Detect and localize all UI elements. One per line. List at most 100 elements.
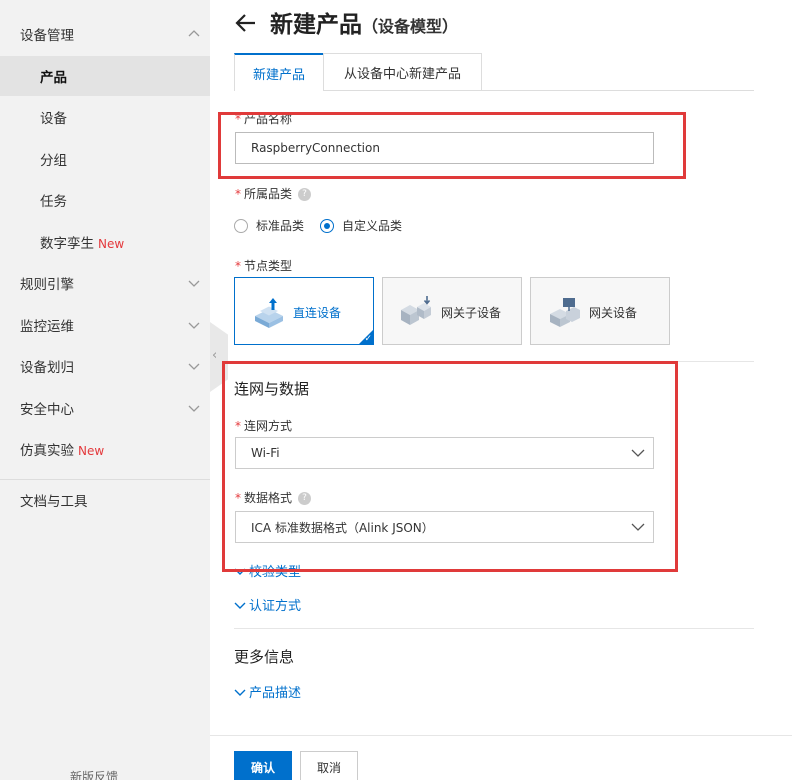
help-icon[interactable]: ? xyxy=(298,188,312,201)
radio-standard-category[interactable]: 标准品类 xyxy=(234,217,304,234)
section-title-more-info: 更多信息 xyxy=(234,648,295,666)
divider xyxy=(234,628,754,629)
footer-divider xyxy=(210,735,792,736)
verify-type-toggle[interactable]: 校验类型 xyxy=(234,561,301,580)
sidebar-item-label: 数字孪生 xyxy=(40,236,94,252)
connection-method-label-text: 连网方式 xyxy=(244,419,293,433)
chevron-down-icon xyxy=(631,523,645,531)
category-label: * 所属品类? xyxy=(235,185,312,202)
chevron-down-icon xyxy=(188,280,200,287)
radio-custom-category[interactable]: 自定义品类 xyxy=(320,217,402,234)
sidebar-item-label: 文档与工具 xyxy=(20,494,88,510)
sidebar-item-device-management[interactable]: 设备管理 xyxy=(0,14,210,54)
sidebar-item-label: 产品 xyxy=(40,70,67,86)
cancel-button[interactable]: 取消 xyxy=(300,751,358,780)
cancel-label: 取消 xyxy=(316,760,341,775)
sidebar-item-label: 监控运维 xyxy=(20,319,74,335)
page-title-main: 新建产品 xyxy=(270,12,362,38)
sidebar-item-docs-tools[interactable]: 文档与工具 xyxy=(0,480,210,520)
direct-device-icon xyxy=(255,298,283,328)
sidebar-item-security[interactable]: 安全中心 xyxy=(0,388,210,428)
sidebar-item-label: 分组 xyxy=(40,153,67,169)
required-mark: * xyxy=(235,491,241,505)
tab-new-from-device-center[interactable]: 从设备中心新建产品 xyxy=(323,53,482,91)
feedback-link[interactable]: 新版反馈 xyxy=(70,768,118,780)
verify-type-label: 校验类型 xyxy=(249,565,302,580)
chevron-down-icon xyxy=(234,689,246,696)
sidebar-item-label: 仿真实验 xyxy=(20,443,74,459)
new-badge: New xyxy=(98,237,125,251)
sidebar-item-label: 任务 xyxy=(40,194,67,210)
sidebar-item-label-wrap: 数字孪生 New xyxy=(40,232,124,252)
sidebar-item-digital-twin[interactable]: 数字孪生 New xyxy=(0,222,210,262)
sidebar-item-simulation[interactable]: 仿真实验 New xyxy=(0,429,210,469)
sidebar-item-product[interactable]: 产品 xyxy=(0,56,210,96)
tab-new-product[interactable]: 新建产品 xyxy=(234,53,324,91)
page-title-subtitle: （设备模型） xyxy=(362,17,459,36)
data-format-label: * 数据格式? xyxy=(235,489,312,506)
gateway-device-icon xyxy=(550,298,580,327)
chevron-down-icon xyxy=(188,363,200,370)
data-format-select[interactable]: ICA 标准数据格式（Alink JSON） xyxy=(235,511,654,543)
product-description-toggle[interactable]: 产品描述 xyxy=(234,682,301,701)
sidebar-item-monitoring[interactable]: 监控运维 xyxy=(0,305,210,345)
new-badge: New xyxy=(78,444,105,458)
sidebar-item-label: 规则引擎 xyxy=(20,277,74,293)
divider xyxy=(234,361,754,362)
product-name-label-text: 产品名称 xyxy=(244,112,293,126)
page-title: 新建产品（设备模型） xyxy=(270,5,458,39)
radio-circle xyxy=(234,218,248,233)
sidebar-item-task[interactable]: 任务 xyxy=(0,180,210,220)
tab-label: 新建产品 xyxy=(252,67,305,83)
radio-label: 标准品类 xyxy=(256,219,305,233)
data-format-label-text: 数据格式 xyxy=(244,491,293,505)
connection-method-label: * 连网方式 xyxy=(235,417,292,434)
sidebar-item-device-assignment[interactable]: 设备划归 xyxy=(0,346,210,386)
back-arrow-icon[interactable] xyxy=(233,10,259,36)
sidebar-item-label: 设备 xyxy=(40,111,67,127)
sidebar: 设备管理 产品 设备 分组 任务 数字孪生 New 规则引擎 监控运维 设备划归 … xyxy=(0,0,210,780)
chevron-down-icon xyxy=(188,322,200,329)
select-value: Wi-Fi xyxy=(251,446,280,460)
chevron-left-icon: ‹ xyxy=(212,348,218,363)
chevron-down-icon xyxy=(188,405,200,412)
section-title-network: 连网与数据 xyxy=(234,380,310,398)
tab-label: 从设备中心新建产品 xyxy=(343,66,461,82)
node-type-card-direct[interactable]: 直连设备 ✓ xyxy=(234,277,374,345)
required-mark: * xyxy=(235,259,241,273)
feedback-label: 新版反馈 xyxy=(70,770,119,780)
tab-underline xyxy=(482,90,754,91)
required-mark: * xyxy=(235,419,241,433)
category-label-text: 所属品类 xyxy=(244,187,293,201)
chevron-down-icon xyxy=(234,568,246,575)
chevron-up-icon xyxy=(188,30,200,37)
sidebar-item-label: 设备管理 xyxy=(20,28,74,44)
product-name-label: * 产品名称 xyxy=(235,110,292,127)
node-type-card-gateway[interactable]: 网关设备 xyxy=(530,277,670,345)
product-description-label: 产品描述 xyxy=(249,686,302,701)
sidebar-item-group[interactable]: 分组 xyxy=(0,139,210,179)
help-icon[interactable]: ? xyxy=(298,492,312,505)
product-name-input[interactable] xyxy=(235,132,654,164)
sidebar-item-label: 设备划归 xyxy=(20,360,74,376)
sidebar-item-device[interactable]: 设备 xyxy=(0,97,210,137)
confirm-button[interactable]: 确认 xyxy=(234,751,292,780)
card-label: 网关设备 xyxy=(589,306,638,320)
sidebar-item-label: 安全中心 xyxy=(20,402,74,418)
sidebar-collapse-handle[interactable]: ‹ xyxy=(210,322,228,392)
node-type-label: * 节点类型 xyxy=(235,257,292,274)
connection-method-select[interactable]: Wi-Fi xyxy=(235,437,654,469)
auth-method-label: 认证方式 xyxy=(249,599,302,614)
radio-circle xyxy=(320,218,334,233)
auth-method-toggle[interactable]: 认证方式 xyxy=(234,595,301,614)
sidebar-item-rule-engine[interactable]: 规则引擎 xyxy=(0,263,210,303)
card-label: 直连设备 xyxy=(293,306,342,320)
required-mark: * xyxy=(235,187,241,201)
chevron-down-icon xyxy=(234,602,246,609)
chevron-down-icon xyxy=(631,449,645,457)
radio-label: 自定义品类 xyxy=(342,219,403,233)
card-label: 网关子设备 xyxy=(441,306,502,320)
check-icon: ✓ xyxy=(364,334,372,344)
node-type-label-text: 节点类型 xyxy=(244,259,293,273)
node-type-card-gateway-sub[interactable]: 网关子设备 xyxy=(382,277,522,345)
